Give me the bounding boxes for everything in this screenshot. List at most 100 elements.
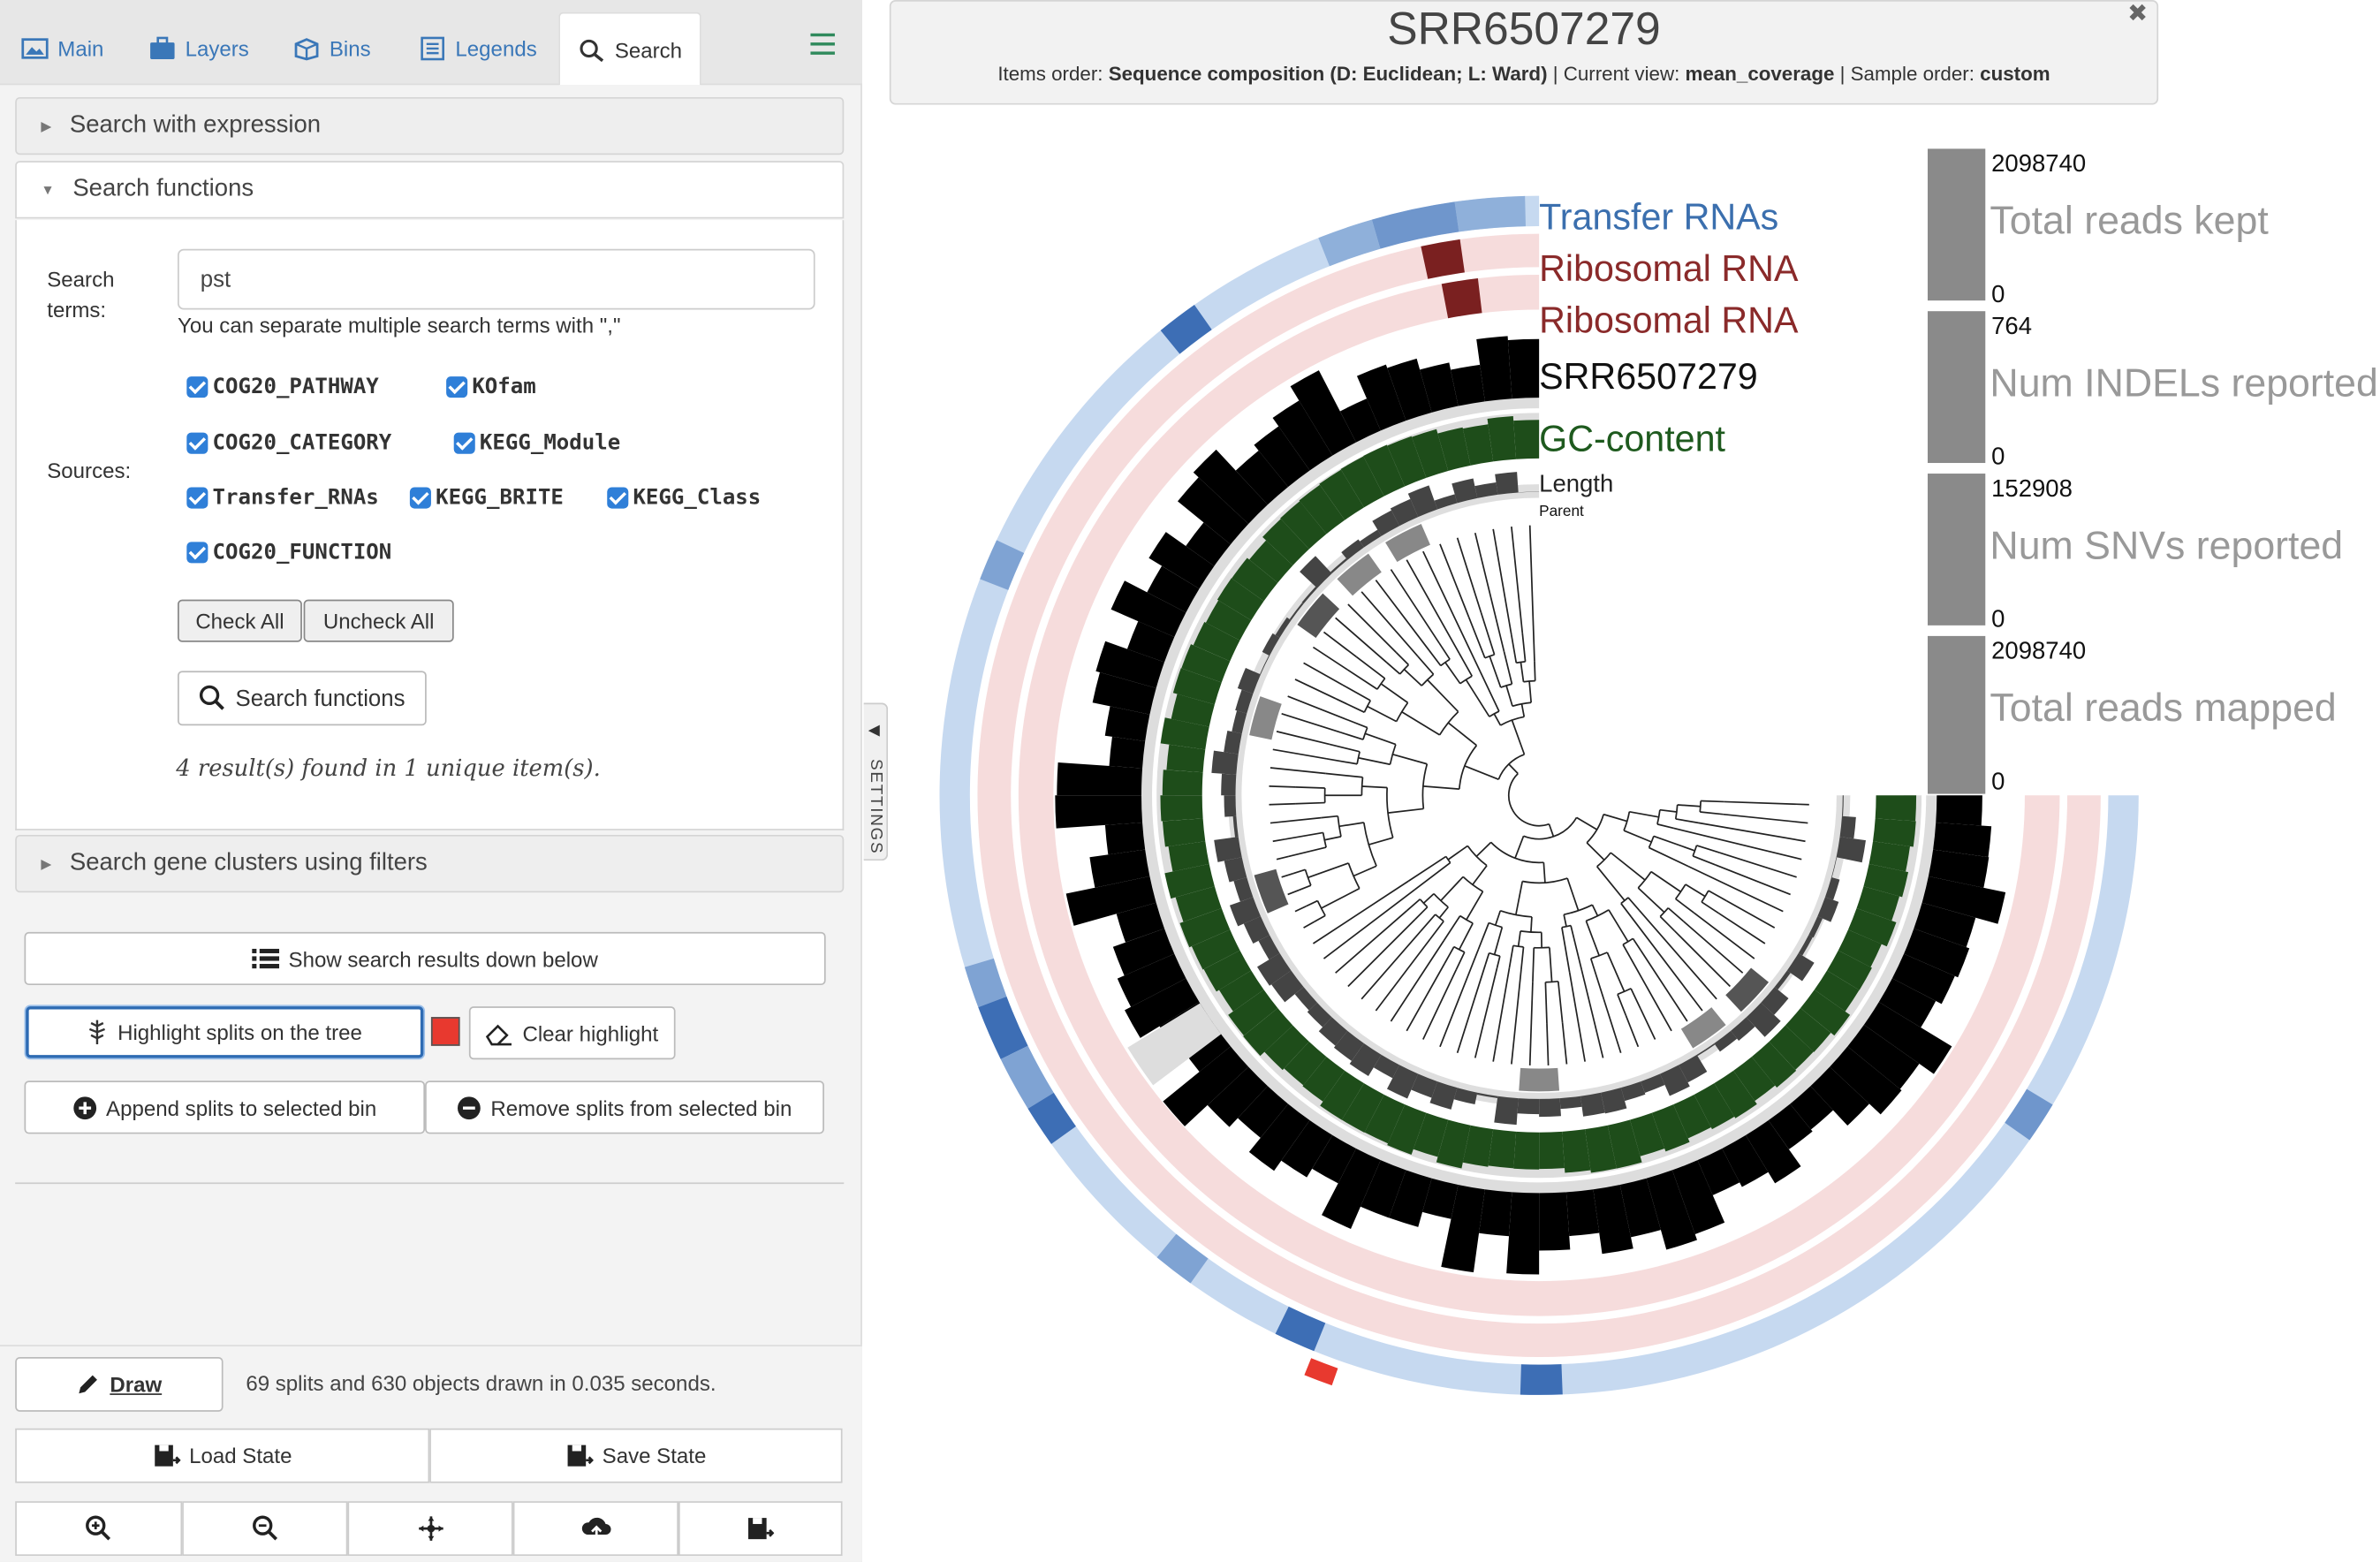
dendrogram-branch xyxy=(1653,835,1695,852)
dendrogram-branch xyxy=(1347,603,1398,654)
dendrogram-branch xyxy=(1511,719,1526,755)
dendrogram-branch xyxy=(1520,946,1525,970)
dendrogram-branch xyxy=(1608,909,1629,943)
dendrogram-branch xyxy=(1338,822,1364,828)
tree-header: SRR6507279 Items order: Sequence composi… xyxy=(889,0,2159,105)
tab-bins[interactable]: Bins xyxy=(293,12,371,85)
dendrogram-branch xyxy=(1724,800,1809,806)
dendrogram-branch xyxy=(1465,679,1490,717)
zoom-out-button[interactable] xyxy=(182,1501,348,1557)
dendrogram-branch xyxy=(1417,656,1435,675)
dendrogram-branch xyxy=(1505,685,1513,707)
layer-label-gc-content: GC-content xyxy=(1539,419,1725,460)
center-tree-button[interactable] xyxy=(347,1501,513,1557)
dendrogram-branch xyxy=(1325,772,1363,778)
briefcase-icon xyxy=(150,36,175,60)
dendrogram-branch xyxy=(1474,532,1505,653)
checkbox-checked-icon[interactable] xyxy=(186,487,208,509)
source-checkbox-kegg-brite[interactable]: KEGG_BRITE xyxy=(409,486,564,510)
clear-highlight-button[interactable]: Clear highlight xyxy=(468,1006,676,1060)
dendrogram-branch xyxy=(1515,881,1524,915)
remove-splits-button[interactable]: Remove splits from selected bin xyxy=(425,1081,824,1134)
close-icon[interactable]: ✖ xyxy=(2127,0,2148,29)
tab-main[interactable]: Main xyxy=(21,12,103,85)
caret-right-icon: ▶ xyxy=(41,118,52,133)
page-title: SRR6507279 xyxy=(1387,4,1661,55)
source-checkbox-kegg-class[interactable]: KEGG_Class xyxy=(607,486,761,510)
show-search-results-button[interactable]: Show search results down below xyxy=(24,931,826,986)
source-checkbox-kegg-module[interactable]: KEGG_Module xyxy=(453,431,620,455)
checkbox-checked-icon[interactable] xyxy=(409,487,431,509)
dendrogram-branch xyxy=(1511,526,1524,633)
checkbox-checked-icon[interactable] xyxy=(186,542,208,564)
plus-circle-icon xyxy=(73,1096,96,1119)
dendrogram-branch xyxy=(1380,683,1409,704)
source-checkbox-transfer-rnas[interactable]: Transfer_RNAs xyxy=(186,486,379,510)
dendrogram-branch xyxy=(1429,649,1442,666)
load-state-button[interactable]: Load State xyxy=(15,1428,430,1483)
checkbox-checked-icon[interactable] xyxy=(453,432,475,454)
dendrogram-branch xyxy=(1340,732,1364,740)
upload-svg-button[interactable] xyxy=(512,1501,678,1557)
panel-search-expression[interactable]: ▶ Search with expression xyxy=(15,96,845,155)
dendrogram-branch xyxy=(1715,864,1791,896)
search-terms-input[interactable] xyxy=(178,248,815,310)
dendrogram-branch xyxy=(1355,656,1386,679)
zoom-in-button[interactable] xyxy=(15,1501,183,1557)
source-checkbox-cog20-pathway[interactable]: COG20_PATHWAY xyxy=(186,375,379,399)
list-icon xyxy=(421,36,444,61)
ring-gc-bg xyxy=(1156,413,1922,1179)
append-splits-button[interactable]: Append splits to selected bin xyxy=(24,1081,426,1134)
panel-search-functions[interactable]: ▼ Search functions xyxy=(15,161,845,219)
uncheck-all-button[interactable]: Uncheck All xyxy=(303,599,454,642)
check-all-button[interactable]: Check All xyxy=(178,599,302,642)
tab-layers[interactable]: Layers xyxy=(148,12,249,85)
hamburger-menu-icon[interactable] xyxy=(810,33,835,55)
source-checkbox-cog20-category[interactable]: COG20_CATEGORY xyxy=(186,431,391,455)
transfer-rna-segment xyxy=(1318,219,1381,267)
dendrogram-branch xyxy=(1285,831,1323,840)
tab-search[interactable]: Search xyxy=(558,11,702,86)
length-bar xyxy=(1559,1096,1582,1110)
search-functions-button[interactable]: Search functions xyxy=(178,671,427,726)
dendrogram-branch xyxy=(1520,703,1526,717)
checkbox-checked-icon[interactable] xyxy=(607,487,629,509)
source-checkbox-kofam[interactable]: KOfam xyxy=(446,375,536,399)
dendrogram-branch xyxy=(1368,837,1393,845)
draw-button[interactable]: Draw xyxy=(15,1356,224,1412)
dendrogram-branch xyxy=(1272,748,1327,760)
highlight-splits-button[interactable]: Highlight splits on the tree xyxy=(26,1006,424,1058)
dendrogram-branch xyxy=(1673,930,1732,988)
load-state-icon xyxy=(154,1444,180,1467)
dendrogram-branch xyxy=(1528,982,1534,1065)
search-hint: You can separate multiple search terms w… xyxy=(178,312,621,337)
save-state-button[interactable]: Save State xyxy=(429,1428,843,1483)
dendrogram-branch xyxy=(1585,920,1600,957)
tab-legends[interactable]: Legends xyxy=(419,12,537,85)
panel-search-gene-clusters[interactable]: ▶ Search gene clusters using filters xyxy=(15,834,845,893)
search-icon xyxy=(200,685,225,710)
dendrogram-branch xyxy=(1414,861,1451,891)
highlight-color-picker[interactable] xyxy=(430,1017,460,1046)
dendrogram-branch xyxy=(1288,846,1327,858)
tree-canvas[interactable]: Transfer RNAs Ribosomal RNA Ribosomal RN… xyxy=(890,137,2380,1473)
dendrogram-branch xyxy=(1299,884,1312,891)
dendrogram-branch xyxy=(1292,868,1306,875)
checkbox-checked-icon[interactable] xyxy=(186,432,208,454)
checkbox-checked-icon[interactable] xyxy=(186,376,208,398)
dendrogram-branch xyxy=(1395,651,1409,666)
source-checkbox-cog20-function[interactable]: COG20_FUNCTION xyxy=(186,541,391,565)
dendrogram-branch xyxy=(1484,952,1490,966)
save-svg-button[interactable] xyxy=(678,1501,843,1557)
dendrogram-branch xyxy=(1528,680,1533,703)
dendrogram-branch xyxy=(1324,836,1342,841)
upload-icon xyxy=(580,1517,610,1541)
dendrogram-branch xyxy=(1503,651,1513,685)
dendrogram-branch xyxy=(1367,705,1398,723)
draw-bar: Draw 69 splits and 630 objects drawn in … xyxy=(0,1345,862,1562)
dendrogram-branch xyxy=(1270,767,1326,775)
settings-toggle-tab[interactable]: ◀ SETTINGS xyxy=(863,702,889,861)
dendrogram-branch xyxy=(1586,842,1605,861)
checkbox-checked-icon[interactable] xyxy=(446,376,468,398)
eraser-icon xyxy=(486,1023,512,1045)
